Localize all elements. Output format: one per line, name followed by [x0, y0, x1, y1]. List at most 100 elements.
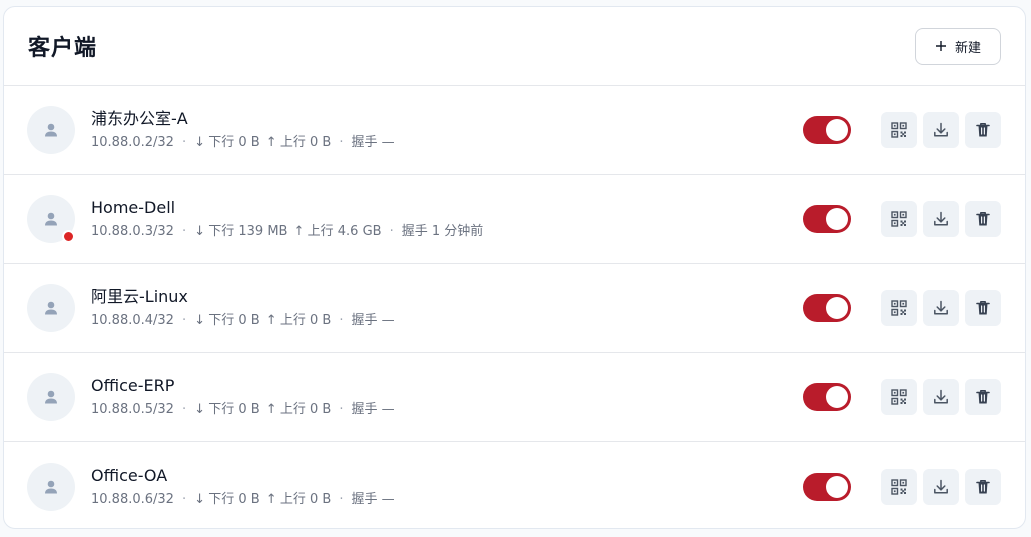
down-value: 139 MB [238, 224, 288, 239]
up-value: 0 B [310, 402, 332, 417]
delete-button[interactable] [965, 468, 1001, 505]
arrow-up-icon: ↑ [265, 402, 277, 417]
up-value: 0 B [310, 313, 332, 328]
separator-dot: · [339, 313, 344, 328]
client-row: Home-Dell 10.88.0.3/32 · ↓ 下行 139 MB ↑ 上… [4, 175, 1025, 264]
qr-code-button[interactable] [881, 468, 917, 505]
row-controls [803, 175, 1001, 263]
arrow-up-icon: ↑ [293, 224, 305, 239]
download-config-button[interactable] [923, 201, 959, 237]
new-client-button[interactable]: 新建 [915, 27, 1001, 65]
upload-stat: ↑ 上行 0 B [266, 492, 332, 508]
down-value: 0 B [238, 135, 260, 150]
delete-button[interactable] [965, 201, 1001, 237]
handshake-stat: 握手 — [351, 492, 394, 508]
qr-code-button[interactable] [881, 290, 917, 326]
separator-dot: · [339, 135, 344, 150]
separator-dot: · [181, 224, 187, 239]
avatar [27, 195, 75, 243]
upload-stat: ↑ 上行 0 B [266, 313, 332, 329]
trash-icon [976, 212, 990, 226]
qr-code-button[interactable] [881, 201, 917, 237]
upload-stat: ↑ 上行 4.6 GB [293, 224, 381, 240]
client-name: Office-ERP [91, 376, 175, 395]
delete-button[interactable] [965, 290, 1001, 326]
client-info: 浦东办公室-A 10.88.0.2/32 · ↓ 下行 0 B ↑ 上行 0 B… [91, 109, 395, 151]
qr-code-icon [891, 122, 907, 138]
handshake-stat: 握手 1 分钟前 [402, 224, 484, 240]
down-label: 下行 [208, 224, 235, 239]
enable-toggle[interactable] [803, 116, 851, 144]
qr-code-icon [891, 300, 907, 316]
row-controls [803, 86, 1001, 174]
down-label: 下行 [208, 402, 235, 417]
arrow-down-icon: ↓ [194, 135, 205, 150]
handshake-value: — [381, 402, 395, 417]
toggle-knob [826, 119, 848, 141]
upload-stat: ↑ 上行 0 B [266, 402, 332, 418]
client-meta: 10.88.0.2/32 · ↓ 下行 0 B ↑ 上行 0 B · 握手 — [91, 135, 395, 151]
qr-code-button[interactable] [881, 379, 917, 415]
separator-dot: · [181, 491, 187, 507]
handshake-value: — [381, 491, 395, 507]
page-title: 客户端 [28, 36, 98, 61]
download-stat: ↓ 下行 0 B [194, 492, 260, 508]
download-icon [934, 389, 948, 404]
qr-code-icon [891, 478, 907, 495]
download-config-button[interactable] [923, 468, 959, 505]
handshake-value: 1 分钟前 [431, 224, 484, 239]
plus-icon [935, 41, 946, 51]
client-info: Office-OA 10.88.0.6/32 · ↓ 下行 0 B ↑ 上行 0… [91, 466, 395, 508]
arrow-down-icon: ↓ [194, 402, 205, 417]
separator-dot: · [181, 402, 187, 417]
enable-toggle[interactable] [803, 383, 851, 411]
user-icon [45, 390, 57, 404]
separator-dot: · [339, 491, 344, 507]
row-controls [803, 264, 1001, 352]
row-controls [803, 353, 1001, 441]
toggle-knob [826, 297, 848, 319]
download-stat: ↓ 下行 0 B [194, 135, 260, 151]
download-config-button[interactable] [923, 290, 959, 326]
handshake-stat: 握手 — [351, 135, 394, 151]
download-config-button[interactable] [923, 379, 959, 415]
client-info: Office-ERP 10.88.0.5/32 · ↓ 下行 0 B ↑ 上行 … [91, 376, 395, 418]
download-icon [934, 300, 948, 315]
delete-button[interactable] [965, 112, 1001, 148]
client-row: Office-OA 10.88.0.6/32 · ↓ 下行 0 B ↑ 上行 0… [4, 442, 1025, 528]
arrow-down-icon: ↓ [194, 491, 205, 507]
down-value: 0 B [238, 491, 260, 507]
client-ip: 10.88.0.6/32 [91, 491, 174, 507]
client-info: 阿里云-Linux 10.88.0.4/32 · ↓ 下行 0 B ↑ 上行 0… [91, 287, 395, 329]
avatar [27, 106, 75, 154]
row-controls [803, 442, 1001, 528]
arrow-up-icon: ↑ [265, 313, 277, 328]
client-ip: 10.88.0.5/32 [91, 402, 174, 417]
separator-dot: · [181, 313, 187, 328]
handshake-stat: 握手 — [351, 313, 394, 329]
enable-toggle[interactable] [803, 294, 851, 322]
client-meta: 10.88.0.5/32 · ↓ 下行 0 B ↑ 上行 0 B · 握手 — [91, 402, 395, 418]
new-button-label: 新建 [954, 40, 981, 56]
handshake-label: 握手 [401, 224, 428, 239]
user-icon [45, 480, 57, 493]
arrow-down-icon: ↓ [194, 224, 205, 239]
card-header: 客户端 新建 [4, 7, 1025, 86]
client-meta: 10.88.0.4/32 · ↓ 下行 0 B ↑ 上行 0 B · 握手 — [91, 313, 395, 329]
toggle-knob [826, 386, 848, 408]
client-name: 浦东办公室-A [91, 109, 188, 128]
avatar [27, 462, 75, 511]
download-config-button[interactable] [923, 112, 959, 148]
download-stat: ↓ 下行 0 B [194, 402, 260, 418]
qr-code-button[interactable] [881, 112, 917, 148]
trash-icon [976, 390, 990, 404]
client-name: 阿里云-Linux [91, 287, 188, 306]
separator-dot: · [181, 135, 187, 150]
delete-button[interactable] [965, 379, 1001, 415]
enable-toggle[interactable] [803, 472, 851, 501]
down-label: 下行 [208, 491, 235, 507]
handshake-label: 握手 [351, 402, 378, 417]
enable-toggle[interactable] [803, 205, 851, 233]
client-row: Office-ERP 10.88.0.5/32 · ↓ 下行 0 B ↑ 上行 … [4, 353, 1025, 442]
arrow-up-icon: ↑ [265, 135, 277, 150]
